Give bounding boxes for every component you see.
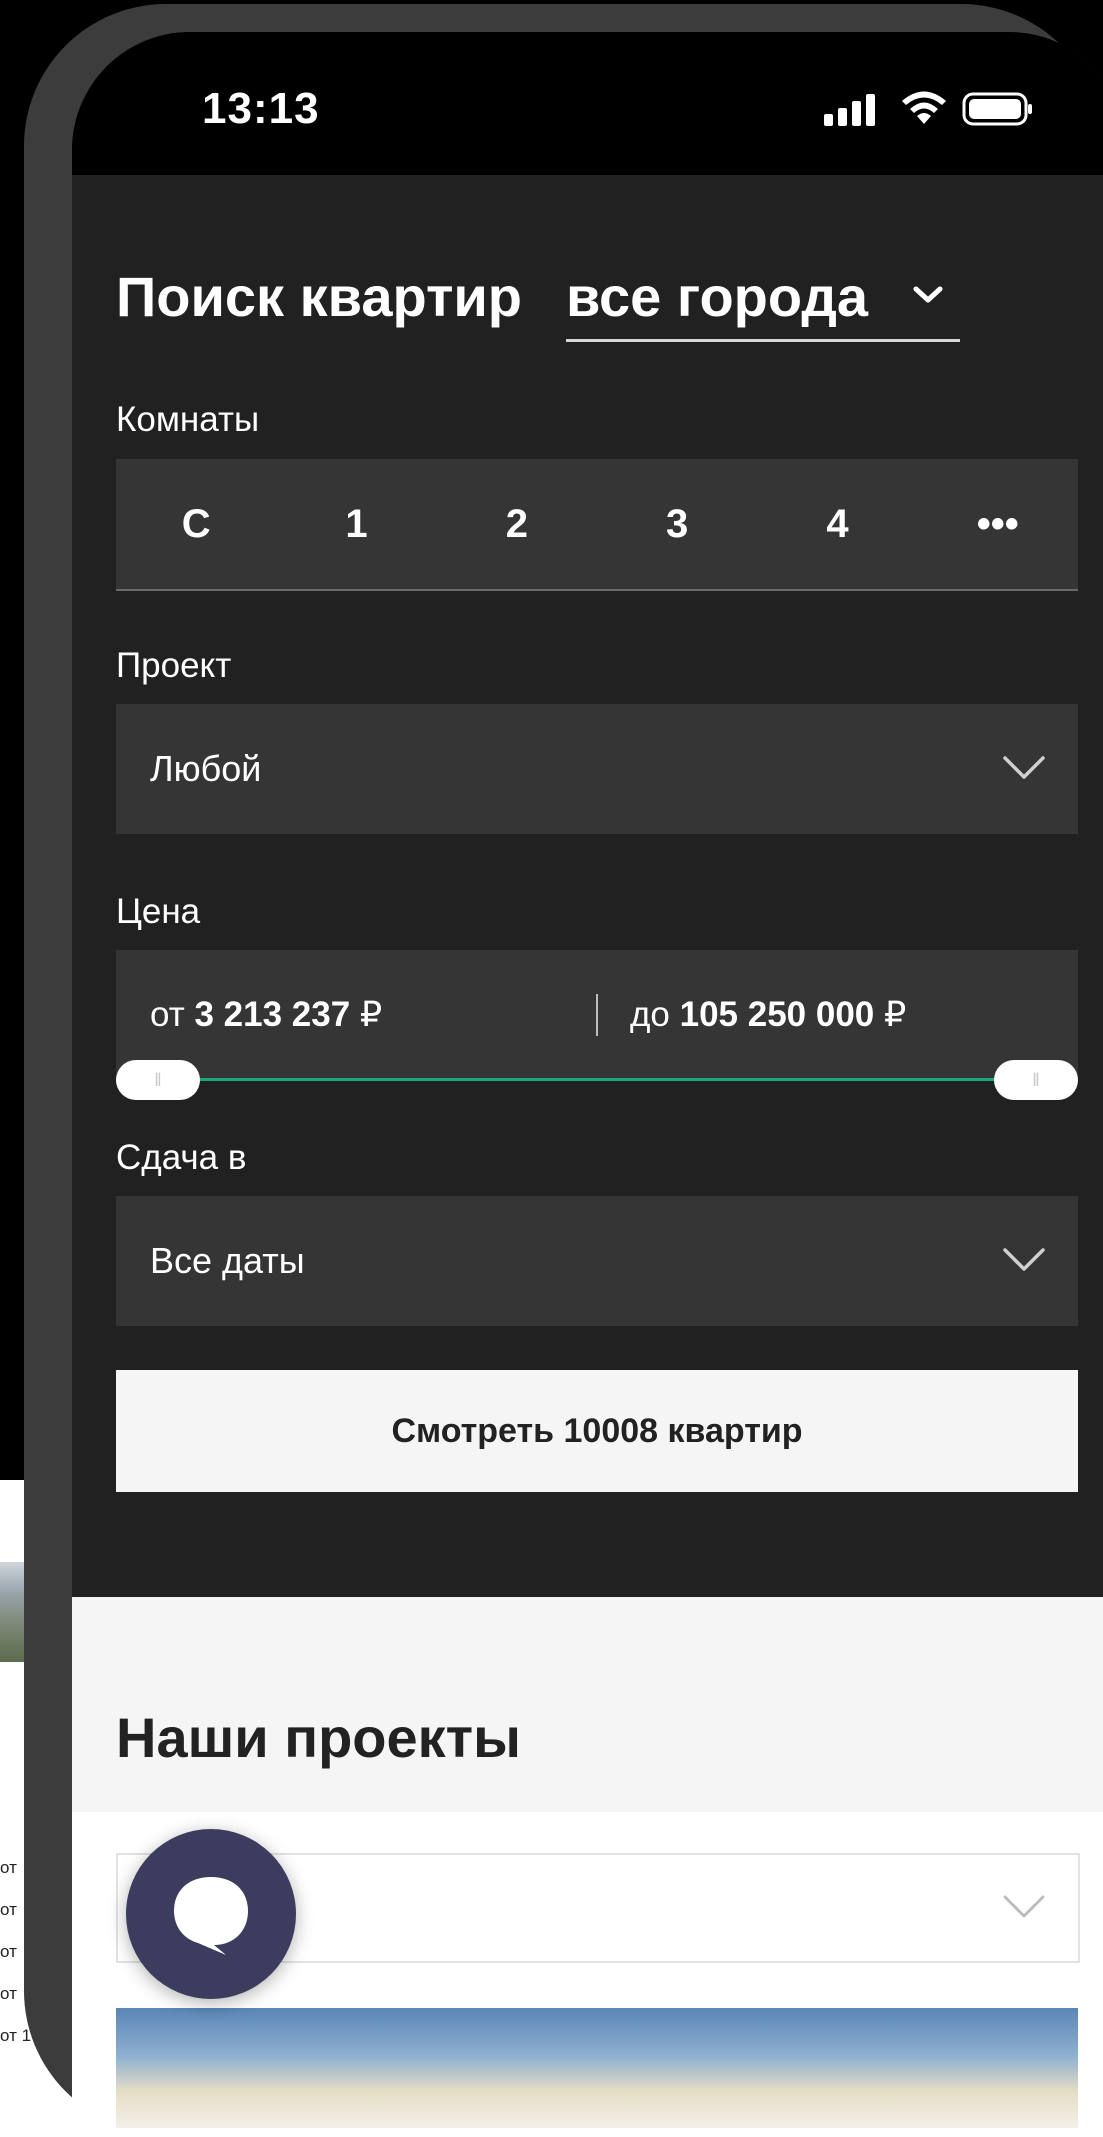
price-slider-handle-min[interactable]: ǁ [116,1060,200,1100]
price-divider [596,994,598,1036]
search-title: Поиск квартир [116,265,522,328]
price-slider-track[interactable] [116,1078,1078,1081]
battery-icon [962,92,1032,126]
city-selector[interactable]: все города [566,264,960,342]
room-option-3[interactable]: 3 [597,459,757,589]
chevron-down-icon [1003,1895,1045,1918]
project-select[interactable]: Любой [116,704,1078,834]
price-to-prefix: до [630,995,670,1034]
price-from-prefix: от [150,995,185,1034]
background-label: от [0,1984,17,2003]
rooms-selector: С 1 2 3 4 ••• [116,459,1078,591]
phone-frame: 13:13 Поиск квартир все города Комнаты С… [24,4,1103,2137]
room-option-2[interactable]: 2 [437,459,597,589]
background-label: от [0,1942,17,1961]
projects-title: Наши проекты [116,1706,521,1769]
background-label: от 1 [0,2026,32,2045]
currency-symbol: ₽ [884,995,907,1034]
status-time: 13:13 [202,84,320,133]
signal-icon [824,94,875,126]
chat-button[interactable] [126,1829,296,1999]
project-label: Проект [116,646,232,685]
project-image[interactable] [116,2008,1078,2128]
price-slider-handle-max[interactable]: ǁ [994,1060,1078,1100]
phone-screen: 13:13 Поиск квартир все города Комнаты С… [72,32,1103,2137]
price-to[interactable]: до 105 250 000 ₽ [630,950,906,1080]
status-bar: 13:13 [72,32,1103,175]
delivery-select-value: Все даты [150,1240,305,1281]
background-label: от [0,1858,17,1877]
room-option-studio[interactable]: С [116,459,276,589]
rooms-label: Комнаты [116,400,260,439]
delivery-select[interactable]: Все даты [116,1196,1078,1326]
chevron-down-icon[interactable] [912,284,944,306]
delivery-label: Сдача в [116,1138,247,1177]
room-option-1[interactable]: 1 [276,459,436,589]
background-label: от [0,1900,17,1919]
show-apartments-button[interactable]: Смотреть 10008 квартир [116,1370,1078,1492]
price-from-value: 3 213 237 [194,995,351,1034]
price-to-value: 105 250 000 [679,995,875,1034]
chevron-down-icon [1003,756,1045,779]
chat-bubble-icon [174,1877,248,1955]
price-label: Цена [116,892,201,931]
project-select-value: Любой [150,748,262,789]
room-option-more[interactable]: ••• [918,459,1078,589]
chevron-down-icon [1003,1248,1045,1271]
background-thumbnail [0,1562,26,1662]
currency-symbol: ₽ [359,995,383,1034]
room-option-4[interactable]: 4 [757,459,917,589]
wifi-icon [902,91,946,124]
price-range: от 3 213 237 ₽ до 105 250 000 ₽ [116,950,1078,1080]
